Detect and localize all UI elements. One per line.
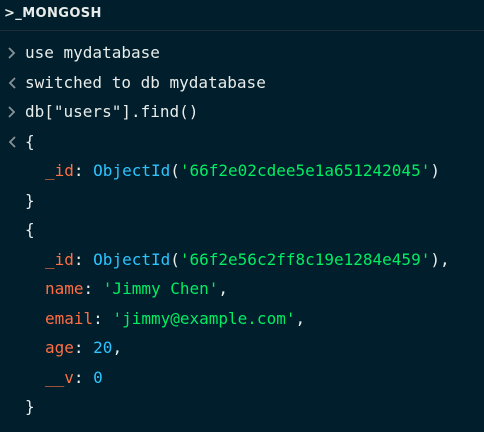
document-close-brace: }	[25, 397, 35, 416]
field-value: 20	[93, 338, 113, 357]
document-field: email: 'jimmy@example.com',	[0, 304, 484, 334]
field-value: 0	[93, 367, 103, 387]
field-email: email: 'jimmy@example.com',	[45, 308, 306, 328]
document-field: __v: 0	[0, 363, 484, 393]
field-value: 'Jimmy Chen'	[102, 279, 219, 298]
document-open-line: {	[0, 215, 484, 245]
chevron-right-icon	[6, 38, 18, 68]
field-key: _id	[45, 161, 74, 180]
field-key: _id	[45, 249, 74, 269]
field-value: '66f2e56c2ff8c19e1284e459'	[179, 249, 431, 269]
output-text: switched to db mydatabase	[25, 72, 266, 92]
document-field: _id: ObjectId('66f2e02cdee5e1a651242045'…	[0, 156, 484, 186]
command-text: db["users"].find()	[25, 102, 199, 121]
chevron-right-icon	[6, 97, 18, 127]
console-line-input: db["users"].find()	[0, 97, 484, 127]
chevron-left-icon	[6, 127, 18, 157]
command-text: use mydatabase	[25, 43, 160, 62]
field-version: __v: 0	[45, 367, 103, 387]
document-close-brace: }	[25, 190, 35, 210]
shell-title: MONGOSH	[22, 6, 102, 21]
field-name: name: 'Jimmy Chen',	[45, 279, 229, 298]
chevron-left-icon	[6, 68, 18, 98]
titlebar-divider	[0, 30, 484, 31]
document-field: name: 'Jimmy Chen',	[0, 274, 484, 304]
field-function: ObjectId	[93, 161, 171, 180]
console-line-input: use mydatabase	[0, 38, 484, 68]
console-output[interactable]: use mydatabase switched to db mydatabase…	[0, 38, 484, 422]
field-id: _id: ObjectId('66f2e56c2ff8c19e1284e459'…	[45, 249, 450, 269]
field-key: __v	[45, 367, 74, 387]
console-line-output: switched to db mydatabase	[0, 68, 484, 98]
field-age: age: 20,	[45, 338, 123, 357]
mongosh-titlebar: >_MONGOSH	[0, 0, 484, 28]
console-line-output: {	[0, 127, 484, 157]
document-field: _id: ObjectId('66f2e56c2ff8c19e1284e459'…	[0, 245, 484, 275]
field-key: email	[45, 308, 94, 328]
document-open-brace: {	[25, 220, 35, 239]
field-key: age	[45, 338, 74, 357]
terminal-prompt-icon: >_	[4, 6, 23, 21]
field-value: '66f2e02cdee5e1a651242045'	[179, 161, 431, 180]
field-key: name	[45, 279, 84, 298]
field-function: ObjectId	[93, 249, 171, 269]
mongosh-window: >_MONGOSH use mydatabase switched to db …	[0, 0, 484, 432]
document-open-brace: {	[25, 131, 35, 151]
field-id: _id: ObjectId('66f2e02cdee5e1a651242045'…	[45, 161, 440, 180]
document-field: age: 20,	[0, 333, 484, 363]
field-value: 'jimmy@example.com'	[112, 308, 296, 328]
document-close-line: }	[0, 186, 484, 216]
document-close-line: }	[0, 392, 484, 422]
